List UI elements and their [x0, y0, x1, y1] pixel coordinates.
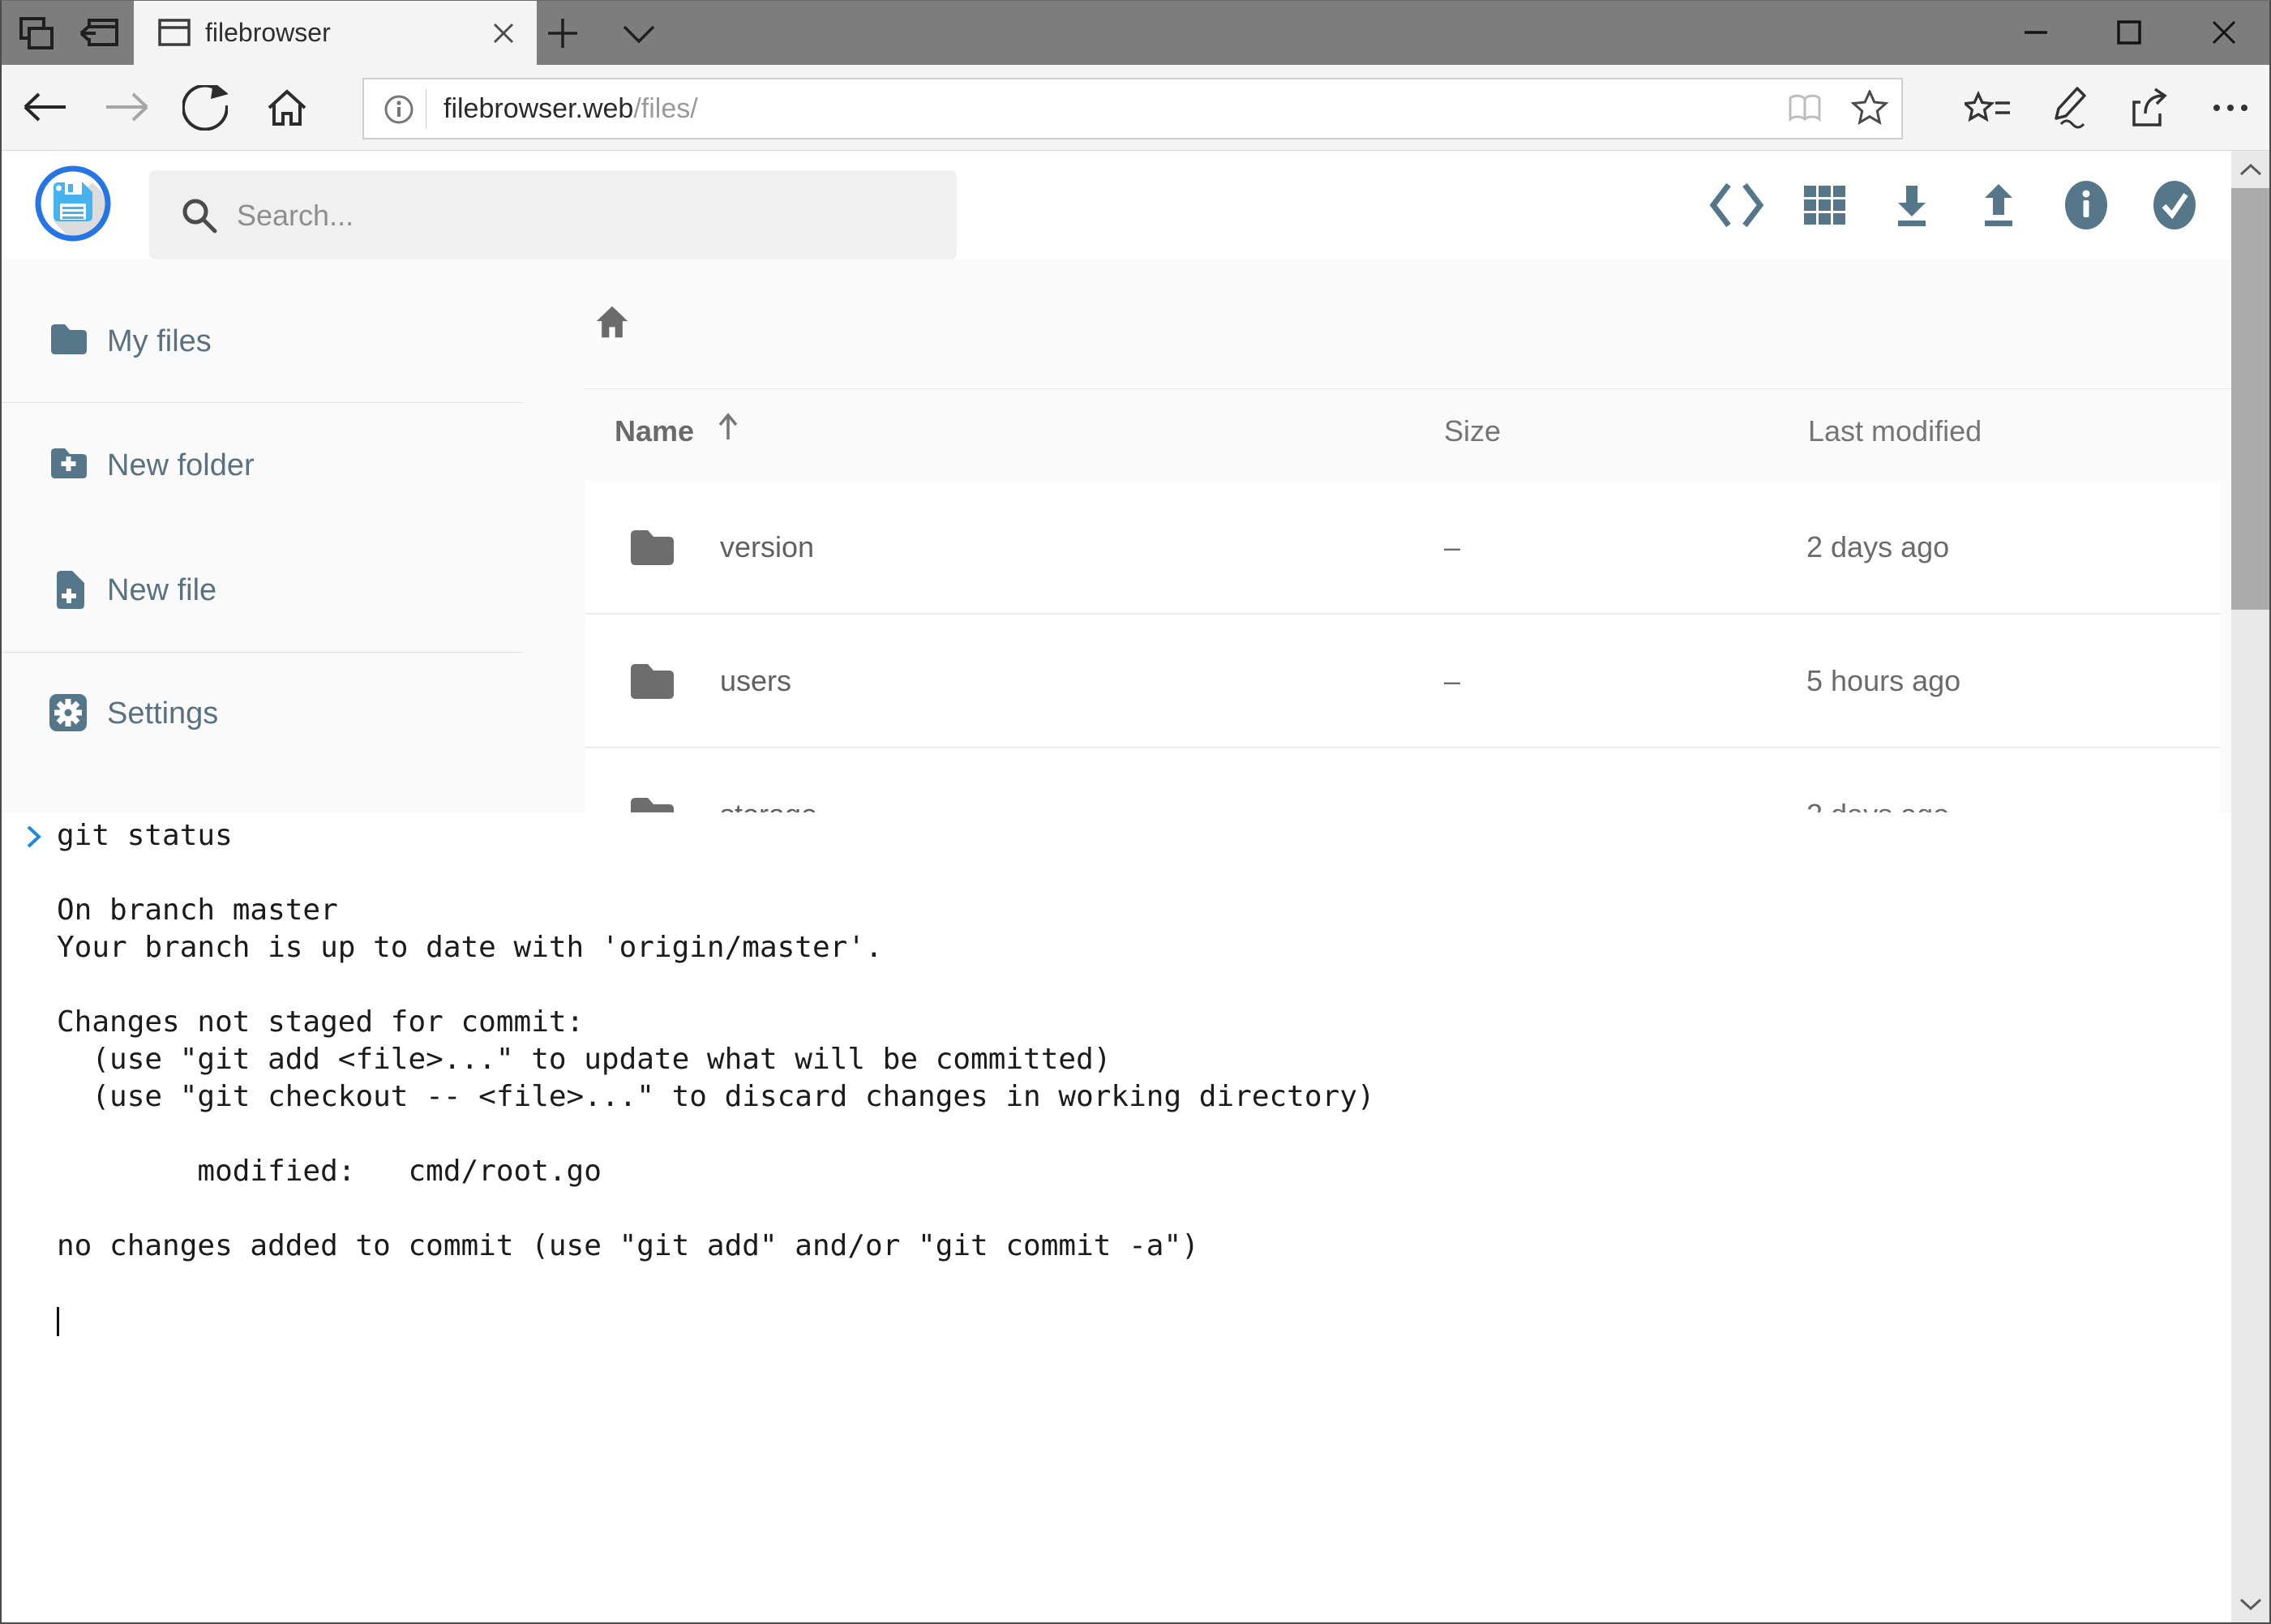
terminal-output-line	[57, 1116, 2231, 1153]
file-row-users[interactable]: users – 5 hours ago	[585, 615, 2220, 747]
grid-view-icon[interactable]	[1789, 151, 1862, 259]
sidebar-item-new-folder[interactable]: New folder	[0, 431, 523, 500]
column-header-size[interactable]: Size	[1444, 413, 1501, 449]
sidebar-item-label: Settings	[107, 679, 218, 748]
tab-preview-icon[interactable]	[15, 15, 60, 52]
sidebar-item-my-files[interactable]: My files	[0, 306, 523, 376]
terminal-output-line	[57, 1190, 2231, 1228]
folder-icon	[629, 661, 675, 700]
favorite-star-icon[interactable]	[1849, 89, 1890, 128]
sidebar-divider	[0, 402, 523, 403]
sidebar-item-label: My files	[107, 306, 212, 376]
column-header-modified[interactable]: Last modified	[1808, 413, 1982, 449]
sidebar-item-label: New folder	[107, 431, 255, 500]
reading-view-icon	[1785, 91, 1825, 126]
file-name: version	[720, 481, 814, 613]
prompt-chevron-icon	[24, 824, 44, 850]
file-size: –	[1444, 615, 1460, 747]
terminal-output-line: Changes not staged for commit:	[57, 1004, 2231, 1041]
page-scrollbar[interactable]	[2231, 151, 2269, 1622]
floppy-logo-icon[interactable]	[34, 165, 112, 242]
text-cursor	[57, 1307, 59, 1336]
tab-close-icon[interactable]	[490, 19, 517, 47]
new-tab-button[interactable]	[543, 15, 582, 52]
terminal-output-line: Your branch is up to date with 'origin/m…	[57, 929, 2231, 966]
minimize-button[interactable]	[2012, 0, 2060, 65]
terminal-output-line: (use "git add <file>..." to update what …	[57, 1041, 2231, 1078]
favorites-bar-icon[interactable]	[1962, 86, 2014, 130]
column-header-name[interactable]: Name	[615, 413, 694, 449]
listing-divider	[584, 388, 2231, 389]
download-icon[interactable]	[1875, 151, 1948, 259]
file-plus-icon	[52, 570, 86, 611]
terminal-output-line: modified: cmd/root.go	[57, 1153, 2231, 1190]
forward-button[interactable]	[101, 86, 152, 128]
more-menu-icon[interactable]	[2207, 86, 2254, 130]
tab-list-chevron-icon[interactable]	[618, 21, 660, 47]
search-bar[interactable]	[149, 170, 957, 259]
browser-window: filebrowser	[0, 0, 2271, 1624]
maximize-button[interactable]	[2105, 0, 2153, 65]
sidebar-item-settings[interactable]: Settings	[0, 679, 523, 748]
file-modified: 2 days ago	[1806, 481, 1949, 613]
address-bar[interactable]: filebrowser.web/files/	[362, 78, 1903, 139]
code-icon[interactable]	[1700, 151, 1773, 259]
search-icon	[180, 196, 219, 235]
tab-title: filebrowser	[205, 0, 331, 65]
terminal-output-line	[57, 966, 2231, 1004]
folder-icon	[49, 321, 88, 355]
terminal-panel[interactable]: git status On branch master Your branch …	[2, 812, 2231, 1622]
terminal-output-line	[57, 855, 2231, 892]
terminal-command-line: git status	[57, 817, 2231, 855]
check-circle-icon[interactable]	[2138, 151, 2211, 259]
url-text: filebrowser.web/files/	[443, 79, 698, 138]
terminal-output-line: (use "git checkout -- <file>..." to disc…	[57, 1078, 2231, 1116]
file-size: –	[1444, 481, 1460, 613]
scroll-down-icon[interactable]	[2231, 1585, 2269, 1622]
search-input[interactable]	[235, 170, 936, 261]
back-button[interactable]	[19, 86, 71, 128]
file-modified: 5 hours ago	[1806, 615, 1960, 747]
file-name: users	[720, 615, 791, 747]
gear-icon	[49, 693, 88, 732]
terminal-output-line	[57, 1265, 2231, 1302]
share-icon[interactable]	[2124, 86, 2171, 130]
url-path: /files/	[633, 93, 697, 124]
scrollbar-thumb[interactable]	[2231, 188, 2269, 610]
info-circle-icon[interactable]	[2050, 151, 2123, 259]
refresh-icon[interactable]	[180, 84, 230, 131]
terminal-cursor-line	[57, 1302, 2231, 1339]
folder-icon	[629, 527, 675, 566]
folder-plus-icon	[49, 445, 88, 479]
browser-tab[interactable]: filebrowser	[134, 0, 537, 65]
url-host: filebrowser.web	[443, 93, 633, 124]
browser-titlebar: filebrowser	[0, 0, 2271, 65]
file-row-version[interactable]: version – 2 days ago	[585, 481, 2220, 613]
sort-up-icon	[717, 412, 739, 443]
home-icon[interactable]	[263, 86, 311, 130]
terminal-output-line: no changes added to commit (use "git add…	[57, 1228, 2231, 1265]
sidebar-item-label: New file	[107, 555, 216, 625]
browser-navbar: filebrowser.web/files/	[0, 65, 2271, 151]
site-info-icon[interactable]	[383, 94, 414, 125]
close-button[interactable]	[2199, 0, 2249, 65]
breadcrumb-home-icon[interactable]	[594, 304, 630, 340]
app-header	[0, 151, 2231, 259]
pen-annotate-icon[interactable]	[2045, 86, 2092, 130]
terminal-output-line: On branch master	[57, 892, 2231, 929]
upload-icon[interactable]	[1962, 151, 2035, 259]
sidebar-divider	[0, 652, 523, 653]
page-icon	[158, 19, 191, 46]
scroll-up-icon[interactable]	[2231, 151, 2269, 188]
terminal-command: git status	[57, 819, 233, 852]
set-tabs-aside-icon[interactable]	[75, 15, 123, 52]
sidebar-item-new-file[interactable]: New file	[0, 555, 523, 625]
